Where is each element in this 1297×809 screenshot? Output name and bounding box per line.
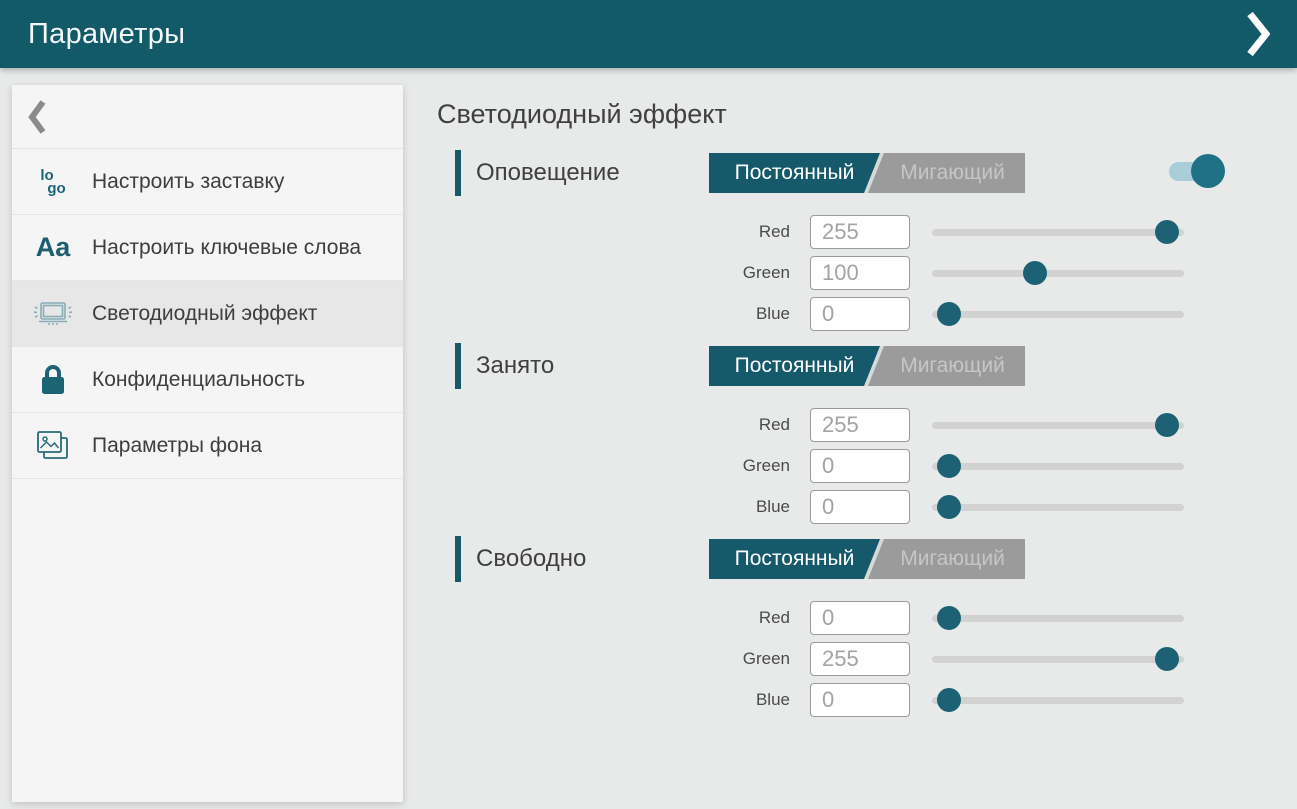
chevron-right-icon[interactable]: [1243, 11, 1273, 57]
settings-sidebar: logo Настроить заставку Aa Настроить клю…: [12, 85, 403, 802]
blue-slider[interactable]: [932, 493, 1184, 521]
rgb-row-green: Green: [435, 642, 1235, 676]
page-title: Светодиодный эффект: [437, 99, 1235, 130]
logo-text-icon: logo: [28, 169, 78, 195]
toggle-knob: [1191, 154, 1225, 188]
section-accent-bar: [455, 536, 461, 582]
app-title: Параметры: [28, 18, 185, 51]
section-notification: Оповещение Постоянный Мигающий Red Green: [435, 150, 1235, 331]
blue-label: Blue: [435, 690, 790, 710]
slider-thumb[interactable]: [1023, 261, 1047, 285]
letters-aa-icon: Aa: [28, 232, 78, 263]
rgb-row-red: Red: [435, 215, 1235, 249]
section-accent-bar: [455, 343, 461, 389]
mode-blinking-button[interactable]: Мигающий: [880, 346, 1025, 386]
rgb-row-green: Green: [435, 256, 1235, 290]
red-label: Red: [435, 415, 790, 435]
slider-thumb[interactable]: [937, 606, 961, 630]
slider-thumb[interactable]: [937, 454, 961, 478]
rgb-row-blue: Blue: [435, 297, 1235, 331]
red-value-input[interactable]: [810, 601, 910, 635]
slider-thumb[interactable]: [937, 495, 961, 519]
background-image-icon: [28, 429, 78, 463]
mode-constant-button[interactable]: Постоянный: [709, 346, 880, 386]
blue-value-input[interactable]: [810, 683, 910, 717]
mode-blinking-button[interactable]: Мигающий: [880, 539, 1025, 579]
green-value-input[interactable]: [810, 642, 910, 676]
section-free: Свободно Постоянный Мигающий Red Green B…: [435, 536, 1235, 717]
red-value-input[interactable]: [810, 408, 910, 442]
notification-toggle[interactable]: [1169, 153, 1225, 189]
blue-slider[interactable]: [932, 686, 1184, 714]
sidebar-item-label: Настроить ключевые слова: [92, 234, 361, 261]
led-effect-panel: Светодиодный эффект Оповещение Постоянны…: [435, 85, 1235, 729]
section-title: Свободно: [476, 545, 586, 573]
sidebar-item-privacy[interactable]: Конфиденциальность: [12, 347, 403, 413]
slider-thumb[interactable]: [1155, 413, 1179, 437]
red-label: Red: [435, 608, 790, 628]
red-slider[interactable]: [932, 604, 1184, 632]
green-label: Green: [435, 456, 790, 476]
sidebar-item-screensaver[interactable]: logo Настроить заставку: [12, 149, 403, 215]
chevron-left-icon: [28, 100, 46, 134]
rgb-row-red: Red: [435, 601, 1235, 635]
green-value-input[interactable]: [810, 449, 910, 483]
red-slider[interactable]: [932, 218, 1184, 246]
mode-switch: Постоянный Мигающий: [709, 539, 1025, 579]
led-display-icon: [28, 297, 78, 331]
green-slider[interactable]: [932, 452, 1184, 480]
sidebar-item-label: Светодиодный эффект: [92, 300, 317, 327]
sidebar-item-label: Настроить заставку: [92, 168, 284, 195]
section-title: Занято: [476, 352, 554, 380]
mode-constant-button[interactable]: Постоянный: [709, 153, 880, 193]
mode-constant-button[interactable]: Постоянный: [709, 539, 880, 579]
blue-value-input[interactable]: [810, 297, 910, 331]
sidebar-item-label: Параметры фона: [92, 432, 262, 459]
slider-thumb[interactable]: [937, 688, 961, 712]
green-slider[interactable]: [932, 645, 1184, 673]
green-value-input[interactable]: [810, 256, 910, 290]
section-title: Оповещение: [476, 159, 620, 187]
slider-thumb[interactable]: [1155, 647, 1179, 671]
blue-slider[interactable]: [932, 300, 1184, 328]
sidebar-item-background[interactable]: Параметры фона: [12, 413, 403, 479]
rgb-row-blue: Blue: [435, 683, 1235, 717]
green-label: Green: [435, 263, 790, 283]
blue-label: Blue: [435, 497, 790, 517]
sidebar-back-button[interactable]: [12, 85, 403, 149]
rgb-row-blue: Blue: [435, 490, 1235, 524]
top-bar: Параметры: [0, 0, 1297, 68]
blue-label: Blue: [435, 304, 790, 324]
slider-thumb[interactable]: [1155, 220, 1179, 244]
lock-icon: [28, 364, 78, 396]
sidebar-item-label: Конфиденциальность: [92, 366, 305, 393]
rgb-row-green: Green: [435, 449, 1235, 483]
red-value-input[interactable]: [810, 215, 910, 249]
slider-thumb[interactable]: [937, 302, 961, 326]
section-busy: Занято Постоянный Мигающий Red Green Blu…: [435, 343, 1235, 524]
sidebar-item-led-effect[interactable]: Светодиодный эффект: [12, 281, 403, 347]
sidebar-item-keywords[interactable]: Aa Настроить ключевые слова: [12, 215, 403, 281]
green-label: Green: [435, 649, 790, 669]
red-slider[interactable]: [932, 411, 1184, 439]
green-slider[interactable]: [932, 259, 1184, 287]
mode-switch: Постоянный Мигающий: [709, 153, 1025, 193]
mode-switch: Постоянный Мигающий: [709, 346, 1025, 386]
section-accent-bar: [455, 150, 461, 196]
rgb-row-red: Red: [435, 408, 1235, 442]
red-label: Red: [435, 222, 790, 242]
mode-blinking-button[interactable]: Мигающий: [880, 153, 1025, 193]
blue-value-input[interactable]: [810, 490, 910, 524]
